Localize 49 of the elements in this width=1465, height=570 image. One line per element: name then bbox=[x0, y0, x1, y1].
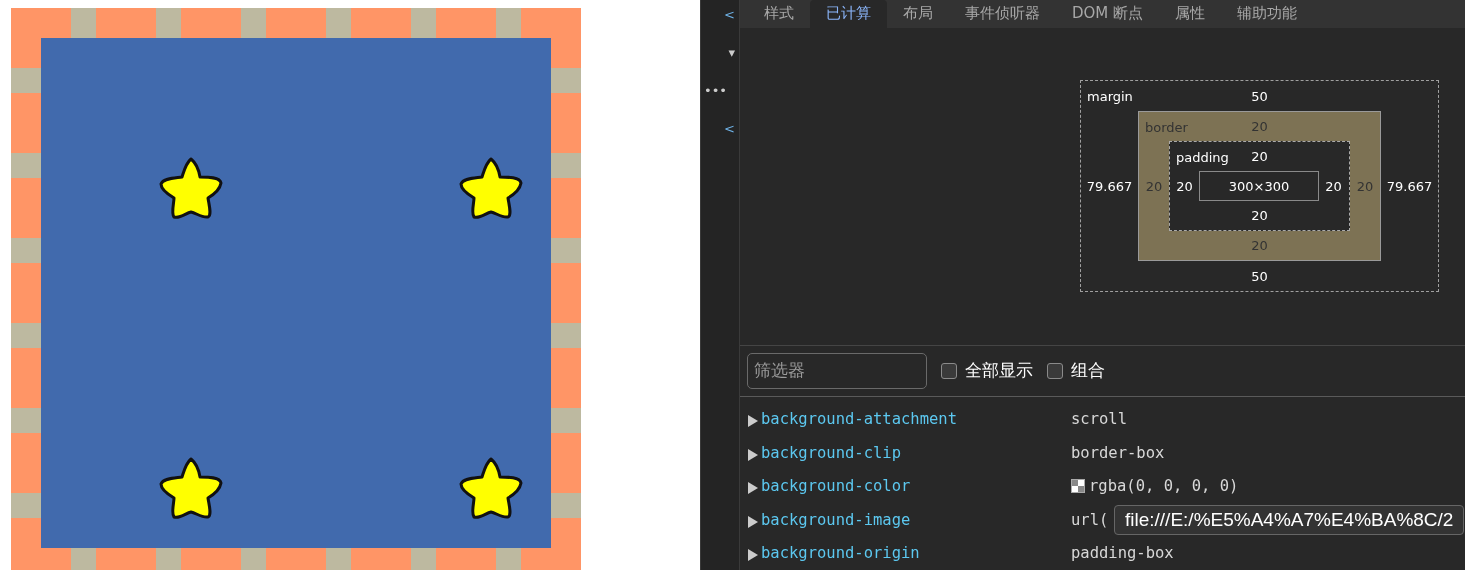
content-size: 300×300 bbox=[1199, 171, 1319, 202]
box-model-label: padding bbox=[1176, 149, 1229, 165]
box-model-value: 50 bbox=[1251, 268, 1268, 284]
checkbox-label[interactable]: 组合 bbox=[1071, 359, 1105, 383]
gutter-glyph[interactable]: ••• bbox=[701, 82, 727, 100]
checkbox[interactable] bbox=[1047, 362, 1063, 379]
box-model-value: 20 bbox=[1145, 178, 1163, 194]
box-model-label: margin bbox=[1087, 88, 1133, 104]
property-value: url( bbox=[1071, 510, 1109, 529]
panel-tab[interactable]: DOM 断点 bbox=[1056, 0, 1160, 28]
property-name: background-color bbox=[761, 477, 912, 496]
expand-triangle-icon[interactable] bbox=[748, 515, 758, 528]
box-model-value: 20 bbox=[1251, 208, 1268, 224]
panel-tab[interactable]: 辅助功能 bbox=[1221, 0, 1314, 28]
property-name: background-image bbox=[761, 510, 912, 529]
expand-triangle-icon[interactable] bbox=[748, 549, 758, 562]
box-model-value: 20 bbox=[1251, 149, 1268, 165]
box-model-value: 79.667 bbox=[1386, 178, 1433, 194]
property-value: border-box bbox=[1071, 443, 1165, 462]
expand-triangle-icon[interactable] bbox=[748, 415, 758, 428]
checkbox[interactable] bbox=[941, 362, 957, 379]
property-value: padding-box bbox=[1071, 544, 1174, 563]
gutter-glyph[interactable]: < bbox=[721, 6, 735, 24]
box-model-value: 20 bbox=[1251, 119, 1268, 135]
panel-tab[interactable]: 已计算 bbox=[810, 0, 887, 28]
filter-field[interactable]: 筛选器 bbox=[747, 352, 927, 389]
panel-tab[interactable]: 属性 bbox=[1159, 0, 1222, 28]
panel-tab[interactable]: 布局 bbox=[887, 0, 949, 28]
panel-tab[interactable]: 事件侦听器 bbox=[949, 0, 1056, 28]
expand-triangle-icon[interactable] bbox=[748, 482, 758, 495]
checkbox-label[interactable]: 全部显示 bbox=[965, 359, 1033, 383]
gutter-glyph[interactable]: < bbox=[721, 120, 735, 138]
property-value: scroll bbox=[1071, 410, 1127, 429]
expand-triangle-icon[interactable] bbox=[748, 448, 758, 461]
box-model-value: 50 bbox=[1251, 88, 1268, 104]
property-name: background-clip bbox=[761, 443, 902, 462]
panel-tab[interactable]: 样式 bbox=[748, 0, 810, 28]
gutter-glyph[interactable]: ▾ bbox=[725, 44, 735, 62]
color-swatch-icon[interactable] bbox=[1071, 479, 1085, 494]
box-model-value: 20 bbox=[1356, 178, 1374, 194]
property-name: background-origin bbox=[761, 544, 921, 563]
box-model-value: 79.667 bbox=[1086, 178, 1133, 194]
box-model-value: 20 bbox=[1325, 178, 1342, 194]
property-name: background-attachment bbox=[761, 410, 958, 429]
box-model-value: 20 bbox=[1251, 238, 1268, 254]
box-model-label: border bbox=[1145, 119, 1188, 135]
box-model-value: 20 bbox=[1176, 178, 1193, 194]
url-tooltip: file:///E:/%E5%A4%A7%E4%BA%8C/2 bbox=[1114, 504, 1465, 535]
property-value: rgba(0, 0, 0, 0) bbox=[1089, 477, 1239, 496]
